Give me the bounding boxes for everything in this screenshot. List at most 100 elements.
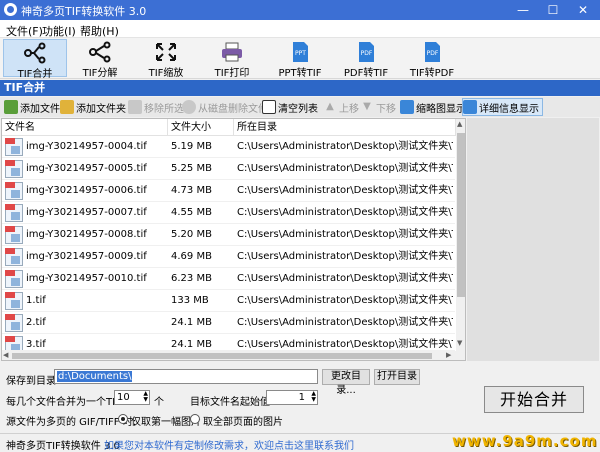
tif-file-icon [5, 204, 23, 222]
start-merge-button[interactable]: 开始合并 [484, 386, 584, 413]
add-folder-icon [60, 100, 74, 114]
scroll-up-icon[interactable]: ▲ [457, 120, 462, 128]
menu-help[interactable]: 帮助(H) [80, 23, 119, 39]
start-number-stepper[interactable]: 1 ▲ ▼ [266, 390, 318, 405]
change-dir-button[interactable]: 更改目录... [322, 369, 370, 396]
column-header-directory[interactable]: 所在目录 [234, 119, 456, 136]
radio-all-pages[interactable] [190, 414, 200, 424]
save-dir-label: 保存到目录: [6, 376, 60, 387]
tool-ribbon: TIF合并 TIF分解 TIF缩放 TIF打印 PPT PPT转TIF PDF … [0, 38, 600, 80]
file-name: img-Y30214957-0005.tif [26, 163, 147, 174]
close-icon[interactable]: ✕ [568, 0, 598, 20]
tool-label: PDF转TIF [343, 68, 389, 79]
file-badge: PPT [295, 50, 306, 57]
list-icon [463, 100, 477, 114]
status-app-name: 神奇多页TIF转换软件 3.0 [6, 441, 120, 452]
vertical-scrollbar[interactable]: ▲ ▼ [456, 119, 465, 360]
column-header-size[interactable]: 文件大小 [168, 119, 234, 136]
scrollbar-thumb[interactable] [12, 353, 432, 359]
tif-file-icon [5, 138, 23, 156]
stepper-arrows-icon[interactable]: ▲ ▼ [311, 391, 316, 403]
tif-file-icon [5, 182, 23, 200]
gif-source-label: 源文件为多页的 GIF/TIFF 时: [6, 417, 137, 428]
table-row[interactable]: 3.tif 24.1 MB C:\Users\Administrator\Des… [2, 334, 455, 351]
file-badge: PDF [361, 50, 373, 57]
table-row[interactable]: img-Y30214957-0009.tif 4.69 MB C:\Users\… [2, 246, 455, 268]
column-header-name[interactable]: 文件名 [2, 119, 168, 136]
remove-selected-button[interactable]: 移除所选 [128, 99, 184, 115]
file-name: img-Y30214957-0010.tif [26, 273, 147, 284]
tool-tif-print[interactable]: TIF打印 [200, 39, 264, 79]
files-per-tiff-stepper[interactable]: 10 ▲ ▼ [114, 390, 150, 405]
add-file-icon [4, 100, 18, 114]
open-dir-button[interactable]: 打开目录 [374, 369, 420, 385]
save-dir-input[interactable]: d:\Documents\ [54, 369, 318, 384]
action-toolbar: 添加文件 添加文件夹 移除所选 从磁盘删除文件 清空列表 ▲ 上移 ▼ 下移 缩… [0, 97, 600, 117]
menu-file[interactable]: 文件(F) [6, 23, 43, 39]
ppt-file-icon: PPT [293, 42, 308, 62]
file-directory: C:\Users\Administrator\Desktop\测试文件夹\TIF… [237, 141, 453, 152]
scroll-left-icon[interactable]: ◀ [3, 351, 8, 359]
move-up-button[interactable]: ▲ 上移 [323, 99, 359, 115]
table-row[interactable]: 2.tif 24.1 MB C:\Users\Administrator\Des… [2, 312, 455, 334]
menu-function[interactable]: 功能(I) [42, 23, 76, 39]
tool-label: TIF合并 [17, 69, 53, 80]
scrollbar-thumb[interactable] [457, 133, 465, 297]
table-row[interactable]: img-Y30214957-0008.tif 5.20 MB C:\Users\… [2, 224, 455, 246]
pdf-file-icon: PDF [425, 42, 440, 62]
tool-label: PPT转TIF [278, 68, 322, 79]
table-row[interactable]: img-Y30214957-0004.tif 5.19 MB C:\Users\… [2, 136, 455, 158]
thumbnail-view-button[interactable]: 缩略图显示 [400, 99, 466, 115]
custom-request-link[interactable]: 如果您对本软件有定制修改需求，欢迎点击这里联系我们 [104, 437, 354, 452]
tool-label: TIF缩放 [148, 68, 184, 79]
tif-file-icon [5, 270, 23, 288]
files-per-tiff-label: 每几个文件合并为一个TIFF: [6, 397, 130, 408]
clear-list-button[interactable]: 清空列表 [262, 99, 318, 115]
horizontal-scrollbar[interactable]: ◀ ▶ [2, 351, 456, 360]
scroll-right-icon[interactable]: ▶ [446, 351, 451, 359]
file-directory: C:\Users\Administrator\Desktop\测试文件夹\TIF… [237, 273, 453, 284]
table-row[interactable]: img-Y30214957-0010.tif 6.23 MB C:\Users\… [2, 268, 455, 290]
maximize-icon[interactable]: ☐ [538, 0, 568, 20]
add-folder-button[interactable]: 添加文件夹 [60, 99, 126, 115]
minimize-icon[interactable]: — [508, 0, 538, 20]
pdf-file-icon: PDF [359, 42, 374, 62]
start-number-label: 目标文件名起始值: [190, 397, 274, 408]
move-down-button[interactable]: ▼ 下移 [360, 99, 396, 115]
files-per-tiff-unit: 个 [154, 397, 164, 408]
file-directory: C:\Users\Administrator\Desktop\测试文件夹\TIF… [237, 251, 453, 262]
detail-view-button[interactable]: 详细信息显示 [462, 98, 543, 116]
file-name: img-Y30214957-0008.tif [26, 229, 147, 240]
delete-icon [182, 100, 196, 114]
tool-tif-resize[interactable]: TIF缩放 [134, 39, 198, 79]
file-size: 24.1 MB [171, 317, 212, 328]
table-row[interactable]: img-Y30214957-0007.tif 4.55 MB C:\Users\… [2, 202, 455, 224]
tool-pdf-to-tif[interactable]: PDF PDF转TIF [334, 39, 398, 79]
file-directory: C:\Users\Administrator\Desktop\测试文件夹\TIF… [237, 295, 453, 306]
table-row[interactable]: img-Y30214957-0006.tif 4.73 MB C:\Users\… [2, 180, 455, 202]
tool-tif-to-pdf[interactable]: PDF TIF转PDF [400, 39, 464, 79]
tif-file-icon [5, 336, 23, 350]
file-directory: C:\Users\Administrator\Desktop\测试文件夹\TIF… [237, 163, 453, 174]
table-row[interactable]: 1.tif 133 MB C:\Users\Administrator\Desk… [2, 290, 455, 312]
tool-tif-split[interactable]: TIF分解 [68, 39, 132, 79]
file-size: 4.73 MB [171, 185, 212, 196]
trash-icon [262, 100, 276, 114]
file-size: 5.20 MB [171, 229, 212, 240]
radio-first-page[interactable] [118, 414, 128, 424]
stepper-arrows-icon[interactable]: ▲ ▼ [143, 391, 148, 403]
tool-label: TIF打印 [214, 68, 250, 79]
scroll-down-icon[interactable]: ▼ [457, 339, 462, 347]
menu-bar: 文件(F) 功能(I) 帮助(H) [0, 20, 600, 38]
file-size: 5.25 MB [171, 163, 212, 174]
add-file-button[interactable]: 添加文件 [4, 99, 60, 115]
tool-ppt-to-tif[interactable]: PPT PPT转TIF [268, 39, 332, 79]
file-name: img-Y30214957-0004.tif [26, 141, 147, 152]
preview-panel [467, 118, 599, 361]
delete-from-disk-button[interactable]: 从磁盘删除文件 [182, 99, 268, 115]
file-table: 文件名 文件大小 所在目录 img-Y30214957-0004.tif 5.1… [1, 118, 466, 361]
tool-tif-merge[interactable]: TIF合并 [3, 39, 67, 80]
table-row[interactable]: img-Y30214957-0005.tif 5.25 MB C:\Users\… [2, 158, 455, 180]
file-name: 1.tif [26, 295, 46, 306]
print-icon [222, 42, 242, 62]
